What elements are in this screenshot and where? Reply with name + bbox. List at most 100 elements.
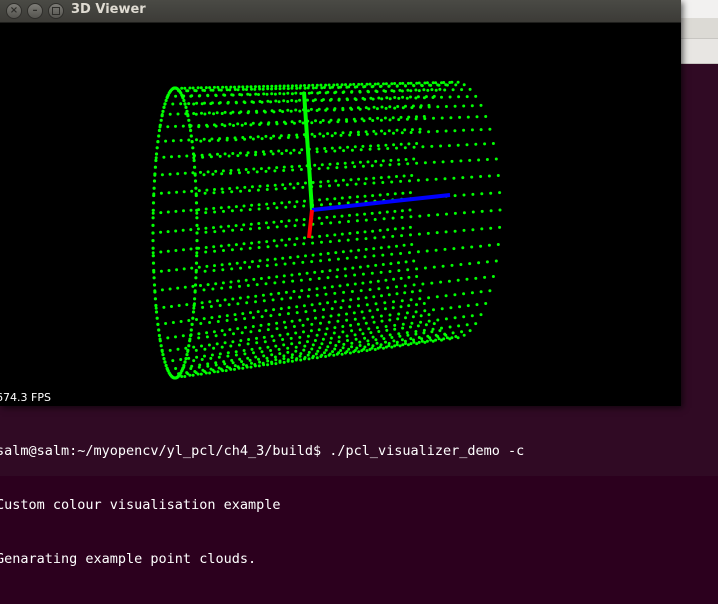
cloud-point (345, 256, 349, 260)
cloud-point (250, 203, 254, 207)
cloud-point (314, 316, 317, 320)
cloud-point (387, 129, 391, 133)
cloud-point (158, 339, 162, 343)
cloud-point (466, 115, 470, 119)
cloud-point (430, 88, 434, 92)
cloud-point (270, 362, 274, 366)
cloud-point (204, 246, 208, 249)
cloud-point (191, 310, 196, 314)
cloud-point (254, 300, 257, 304)
cloud-point (416, 324, 420, 328)
cloud-point (258, 87, 262, 91)
cloud-point (353, 333, 357, 337)
cloud-point (223, 124, 227, 128)
cloud-point (174, 367, 178, 370)
cloud-point (368, 82, 372, 86)
terminal-toolbar-edge (681, 39, 718, 64)
cloud-point (245, 365, 249, 369)
cloud-point (237, 343, 241, 347)
point-cloud-canvas[interactable] (0, 23, 681, 406)
cloud-point (477, 261, 481, 265)
cloud-point (289, 336, 293, 340)
cloud-point (286, 84, 290, 88)
window-titlebar[interactable]: × – 3D Viewer (0, 0, 681, 23)
cloud-point (243, 260, 247, 264)
cloud-point (400, 131, 404, 135)
cloud-point (191, 146, 195, 150)
cloud-point (459, 159, 463, 163)
cloud-point (264, 169, 268, 173)
cloud-point (208, 153, 212, 157)
cloud-point (203, 191, 207, 195)
cloud-point (384, 325, 388, 328)
cloud-point (417, 81, 421, 85)
minimize-button[interactable]: – (27, 3, 43, 19)
cloud-point (258, 360, 262, 364)
cloud-point (338, 220, 342, 224)
cloud-point (182, 267, 186, 271)
cloud-point (265, 202, 269, 206)
cloud-point (231, 110, 235, 114)
cloud-point (250, 361, 253, 365)
cloud-point (384, 340, 387, 344)
cloud-point (259, 323, 263, 327)
cloud-point (479, 290, 483, 294)
cloud-point (298, 119, 302, 123)
render-viewport[interactable] (0, 23, 681, 406)
cloud-point (299, 352, 303, 356)
cloud-point (202, 173, 206, 177)
cloud-point (349, 323, 353, 327)
cloud-point (341, 330, 345, 334)
cloud-point (243, 352, 247, 356)
terminal-output[interactable]: salm@salm:~/myopencv/yl_pcl/ch4_3/build$… (0, 406, 714, 604)
cloud-point (338, 284, 342, 288)
cloud-point (389, 158, 393, 162)
cloud-point (376, 116, 380, 120)
viewer-window[interactable]: × – 3D Viewer 674.3 FPS (0, 0, 681, 406)
cloud-point (259, 121, 263, 125)
cloud-point (335, 83, 339, 87)
cloud-point (458, 115, 462, 119)
cloud-point (406, 333, 410, 337)
cloud-point (286, 332, 290, 336)
cloud-point (221, 85, 225, 89)
cloud-point (184, 105, 188, 109)
cloud-point (230, 358, 234, 362)
cloud-point (326, 166, 330, 170)
cloud-point (468, 87, 472, 91)
cloud-point (270, 353, 274, 357)
cloud-point (465, 143, 469, 147)
cloud-point (208, 300, 212, 304)
cloud-point (284, 290, 288, 294)
cloud-point (265, 188, 269, 191)
close-button[interactable]: × (6, 3, 22, 19)
cloud-point (157, 128, 161, 133)
cloud-point (166, 125, 170, 129)
cloud-point (274, 187, 278, 191)
cloud-point (453, 104, 457, 108)
cloud-point (427, 213, 431, 217)
cloud-point (384, 82, 388, 86)
cloud-point (181, 228, 185, 232)
cloud-point (358, 340, 362, 344)
cloud-point (379, 270, 383, 274)
cloud-point (239, 339, 243, 343)
cloud-point (379, 314, 383, 318)
cloud-point (298, 272, 301, 276)
cloud-point (199, 170, 202, 174)
cloud-point (188, 373, 192, 377)
cloud-point (330, 285, 334, 289)
cloud-point (397, 158, 400, 162)
cloud-point (386, 228, 390, 232)
cloud-point (306, 353, 310, 357)
cloud-point (412, 145, 416, 149)
cloud-point (309, 329, 313, 333)
cloud-point (386, 147, 390, 150)
cloud-point (416, 178, 420, 182)
maximize-button[interactable] (48, 3, 64, 19)
cloud-point (166, 249, 170, 253)
cloud-point (286, 359, 290, 363)
cloud-point (266, 99, 270, 103)
cloud-point (480, 192, 484, 196)
cloud-point (257, 203, 261, 207)
